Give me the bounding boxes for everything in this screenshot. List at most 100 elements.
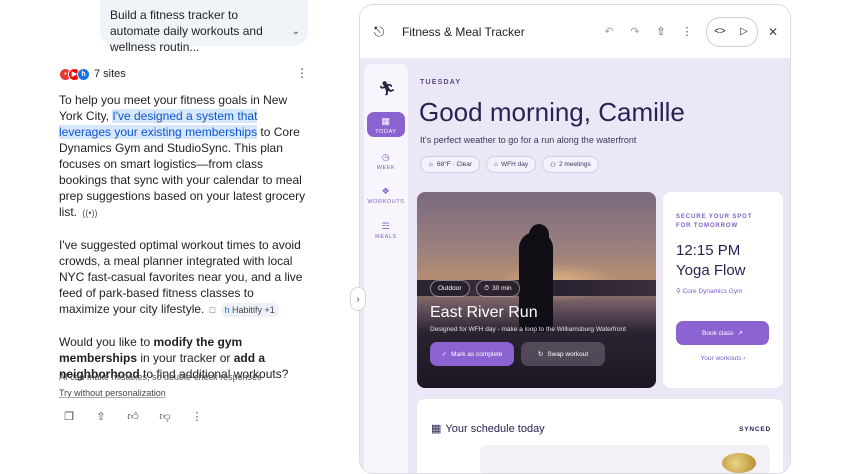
source-favicons: • ▶ h [59,67,90,81]
chip-label: WFH day [501,161,529,168]
workout-title: East River Run [430,304,538,321]
greeting-heading: Good morning, Camille [419,97,685,127]
code-icon[interactable]: <> [713,26,727,37]
tag-label: 30 min [492,285,512,292]
nav-label: WEEK [376,165,396,171]
your-workouts-link[interactable]: Your workouts › [663,355,783,362]
button-label: Mark as complete [451,350,503,358]
more-options-icon[interactable]: ⋮ [296,66,308,80]
disclaimer: AI can make mistakes, so double-check re… [59,372,262,382]
citation-icon[interactable]: ((•)) [80,205,99,221]
workout-description: Designed for WFH day - make a loop to th… [430,326,626,333]
home-icon: ⌂ [494,161,499,168]
nav-item-workouts[interactable]: ❖ WORKOUTS [364,186,408,205]
day-label: TUESDAY [420,79,462,86]
response-text: Would you like to [59,335,154,349]
sources-row[interactable]: • ▶ h 7 sites [59,66,126,82]
weather-chip: ☼ 68°F · Clear [420,156,481,173]
location-pin-icon: ⚲ [676,288,681,295]
clock-icon: ◷ [381,152,391,162]
link-label: Your workouts [700,355,742,362]
greeting-subtitle: It's perfect weather to go for a run alo… [420,135,637,145]
nav-item-meals[interactable]: ☲ MEALS [364,221,408,240]
nav-item-week[interactable]: ◷ WEEK [364,152,408,171]
response-text: in your tracker or [137,351,234,365]
people-icon: ⚇ [550,161,556,169]
swap-workout-button[interactable]: ↻ Swap workout [521,342,605,366]
calendar-icon: ▦ [381,116,391,126]
meal-thumbnail [722,453,756,473]
location-label: Core Dynamics Gym [682,288,743,295]
eyebrow-line: FOR TOMORROW [676,223,739,229]
close-icon[interactable]: ✕ [768,25,778,39]
assistant-response: To help you meet your fitness goals in N… [59,92,307,398]
copy-icon[interactable]: ❐ [63,409,75,423]
fitness-app-preview: 🏃︎ ▦ TODAY ◷ WEEK ❖ WORKOUTS ☲ MEALS TUE… [360,59,790,473]
dumbbell-icon: ❖ [381,186,391,196]
canvas-title: Fitness & Meal Tracker [402,24,525,39]
nav-rail: 🏃︎ ▦ TODAY ◷ WEEK ❖ WORKOUTS ☲ MEALS [364,64,408,473]
duration-tag: ⏱︎ 30 min [476,280,520,297]
external-link-icon: ↗ [737,330,743,337]
synced-badge: SYNCED [739,426,771,433]
user-prompt-text: Build a fitness tracker to automate dail… [110,8,263,54]
source-favicon-icon: h [77,67,90,81]
chevron-right-icon: › [356,293,360,305]
more-options-icon[interactable]: ⋮ [674,25,700,38]
user-prompt-bubble[interactable]: Build a fitness tracker to automate dail… [100,0,308,54]
check-circle-icon: ✓ [441,351,448,358]
eyebrow-line: SECURE YOUR SPOT [676,214,753,220]
class-location: ⚲ Core Dynamics Gym [676,287,743,295]
schedule-card: ▦ Your schedule today SYNCED [417,399,783,473]
fork-icon: ☲ [381,221,391,231]
chat-pane: Build a fitness tracker to automate dail… [0,0,340,460]
chip-label: 2 meetings [558,161,591,168]
nav-label: TODAY [375,129,397,135]
sources-label: 7 sites [94,68,126,80]
try-without-personalization-link[interactable]: Try without personalization [59,388,166,398]
chevron-right-icon: › [743,355,746,362]
sun-icon: ☼ [428,161,434,168]
class-booking-card: SECURE YOUR SPOT FOR TOMORROW 12:15 PM Y… [663,192,783,388]
more-options-icon[interactable]: ⋮ [191,409,203,423]
play-icon[interactable]: ▷ [737,26,751,37]
calendar-citation-icon[interactable]: □ [208,302,217,318]
button-label: Book class [702,329,734,337]
swap-icon: ↻ [537,351,544,358]
book-class-button[interactable]: Book class ↗ [676,321,769,345]
undo-icon[interactable]: ↶ [596,25,622,38]
schedule-title-label: Your schedule today [445,422,545,435]
button-label: Swap workout [547,350,589,358]
redo-icon[interactable]: ↷ [622,25,648,38]
response-paragraph: To help you meet your fitness goals in N… [59,92,307,221]
workout-hero-card: Outdoor ⏱︎ 30 min East River Run Designed… [417,192,656,388]
wfh-chip: ⌂ WFH day [486,156,537,173]
response-actions: ❐ ⇧ 👍︎ 👎︎ ⋮ [63,409,203,423]
thumbs-up-icon[interactable]: 👍︎ [127,409,139,423]
nav-label: WORKOUTS [367,199,405,205]
chip-label: 68°F · Clear [436,161,473,168]
calendar-icon: ▦ [431,423,442,435]
canvas-toolbar: ⎋ Fitness & Meal Tracker ↶ ↷ ⇧ ⋮ <> ▷ ✕ [360,5,790,59]
nav-item-today[interactable]: ▦ TODAY [367,112,405,137]
share-icon[interactable]: ⇧ [648,25,674,38]
mark-complete-button[interactable]: ✓ Mark as complete [430,342,514,366]
chevron-down-icon[interactable]: ⌄ [292,24,300,40]
timer-icon: ⏱︎ [484,284,490,292]
share-icon[interactable]: ⇧ [95,409,107,423]
nav-label: MEALS [375,234,397,240]
canvas-panel: ⎋ Fitness & Meal Tracker ↶ ↷ ⇧ ⋮ <> ▷ ✕ … [359,4,791,474]
outdoor-tag: Outdoor [430,280,470,297]
collapse-panel-button[interactable]: › [350,287,366,311]
source-chip[interactable]: h Habitify +1 [220,303,279,317]
class-name: Yoga Flow [676,262,746,279]
booking-eyebrow: SECURE YOUR SPOT FOR TOMORROW [676,213,752,231]
meetings-chip: ⚇ 2 meetings [542,156,599,173]
class-time: 12:15 PM [676,242,741,259]
schedule-title: ▦ Your schedule today [431,422,545,436]
thumbs-down-icon[interactable]: 👎︎ [159,409,171,423]
status-chips: ☼ 68°F · Clear ⌂ WFH day ⚇ 2 meetings [420,156,599,173]
code-preview-toggle[interactable]: <> ▷ [705,16,758,47]
tag-label: Outdoor [438,285,462,292]
source-chip-label: Habitify +1 [232,305,275,315]
